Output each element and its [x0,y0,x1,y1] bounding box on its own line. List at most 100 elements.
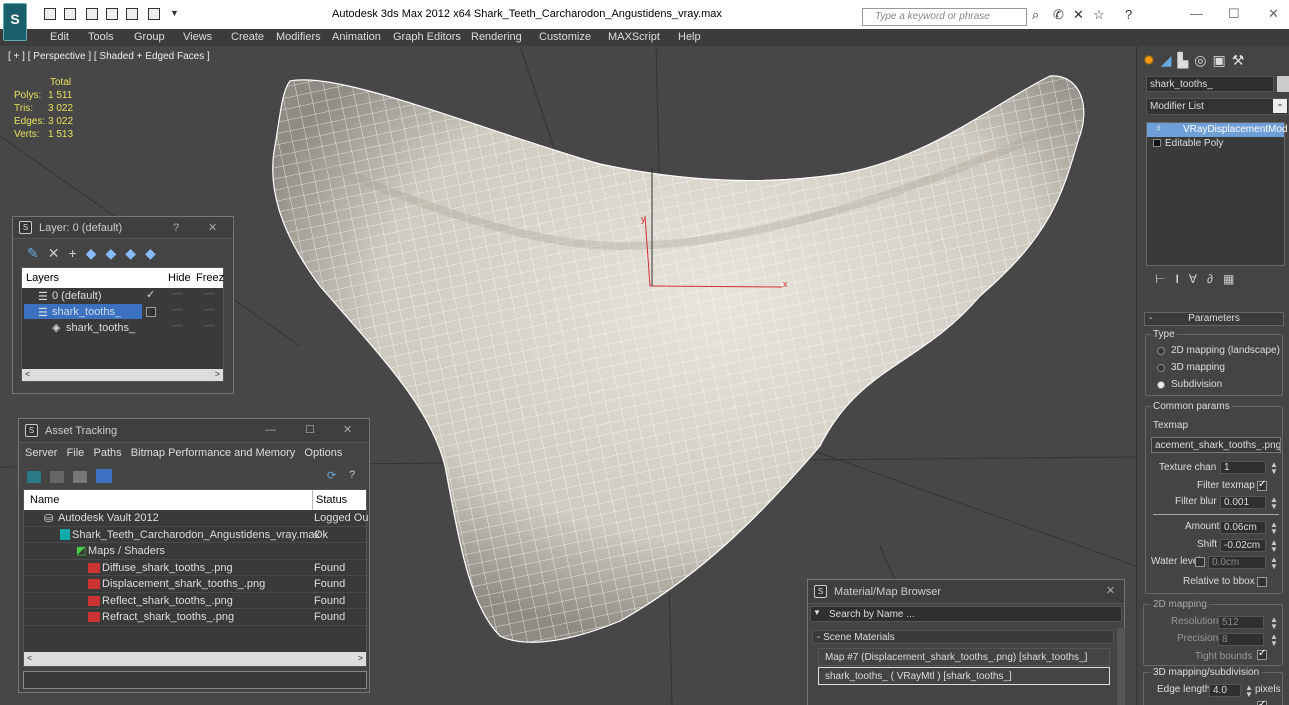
close-icon[interactable]: ✕ [343,423,352,436]
select-objects-icon[interactable]: ◆ [86,245,106,261]
asset-list[interactable]: Name Status ⛁ Autodesk Vault 2012 Logged… [23,489,368,667]
freeze-toggle[interactable]: ---- [204,305,215,314]
help-icon[interactable]: ? [349,469,355,481]
shark-tooth-mesh[interactable] [272,75,1085,643]
edge-length-input[interactable]: 4.0 [1209,684,1241,697]
show-end-result-icon[interactable]: I [1175,272,1188,286]
chevron-down-icon[interactable]: ⌄ [1273,99,1287,113]
hide-all-icon[interactable]: ◆ [125,245,145,261]
resolution-input[interactable]: 512 [1218,616,1264,629]
tight-bounds-checkbox[interactable] [1257,648,1267,660]
filter-blur-spinner[interactable]: ▲ ▼ [1270,496,1278,511]
thumbnail-icon[interactable] [73,471,88,483]
menu-help[interactable]: Help [678,31,701,43]
create-tab-icon[interactable]: ✹ [1143,52,1161,68]
view-dependent-checkbox[interactable] [1257,699,1267,705]
highlight-layer-icon[interactable]: ◆ [105,245,125,261]
layer-row[interactable]: ☰ 0 (default) ✓ ---- ---- [22,288,223,304]
hierarchy-tab-icon[interactable]: ▙ [1178,52,1195,68]
hide-toggle[interactable]: ---- [172,289,183,298]
menu-group[interactable]: Group [134,31,165,43]
asset-path-field[interactable] [23,671,367,689]
close-icon[interactable]: ✕ [1106,584,1115,597]
shift-spinner[interactable]: ▲ ▼ [1270,539,1278,554]
col-hide[interactable]: Hide [168,272,191,284]
menu-rendering[interactable]: Rendering [471,31,522,43]
modifier-list-dropdown[interactable]: Modifier List ⌄ [1146,98,1289,115]
project-folder-icon[interactable] [106,8,118,20]
viewport-label[interactable]: [ + ] [ Perspective ] [ Shaded + Edged F… [8,51,210,62]
menu-modifiers[interactable]: Modifiers [276,31,321,43]
menu-views[interactable]: Views [183,31,212,43]
vertical-scrollbar[interactable] [1117,628,1125,705]
shift-input[interactable]: -0.02cm [1220,539,1266,552]
material-search-input[interactable]: ▼ Search by Name ... [810,606,1122,622]
parameters-rollout-header[interactable]: - Parameters [1144,312,1284,326]
expand-icon[interactable] [1153,139,1161,147]
col-status[interactable]: Status [316,494,347,506]
filter-blur-input[interactable]: 0.001 [1220,496,1266,509]
asset-row[interactable]: Displacement_shark_tooths_.png Found [24,576,366,593]
filter-texmap-checkbox[interactable] [1257,479,1267,491]
collapse-icon[interactable]: - [1149,313,1152,324]
asset-row[interactable]: Diffuse_shark_tooths_.png Found [24,560,366,576]
help-button[interactable]: ? [173,222,179,234]
quick-access-dropdown-icon[interactable]: ▼ [170,8,179,18]
list-view-icon[interactable] [50,471,65,483]
favorites-star-icon[interactable]: ☆ [1093,7,1105,23]
precision-spinner[interactable]: ▲ ▼ [1270,633,1278,648]
layer-row[interactable]: ☰ shark_tooths_ ---- ---- [22,304,223,320]
maximize-icon[interactable]: ☐ [1228,6,1240,22]
remove-modifier-icon[interactable]: ∂ [1207,272,1223,286]
object-name-field[interactable]: shark_tooths_ [1146,76,1274,92]
freeze-toggle[interactable]: ---- [204,289,215,298]
scroll-left-icon[interactable]: < [27,653,32,663]
menu-paths[interactable]: Paths [93,447,121,459]
menu-options[interactable]: Options [304,447,342,459]
make-unique-icon[interactable]: ∀ [1189,272,1207,286]
scroll-right-icon[interactable]: > [358,653,363,663]
layer-list[interactable]: Layers Hide Freeze ☰ 0 (default) ✓ ---- … [21,267,224,382]
close-button[interactable]: ✕ [208,221,217,234]
display-tab-icon[interactable]: ▣ [1213,52,1232,68]
pin-stack-icon[interactable]: ⊢ [1155,272,1175,286]
radio-subdivision[interactable] [1157,381,1165,389]
modify-tab-icon[interactable]: ◢ [1161,52,1178,68]
menu-create[interactable]: Create [231,31,264,43]
configure-modifier-sets-icon[interactable]: ▦ [1223,272,1244,286]
help-icon[interactable]: ? [1125,7,1132,22]
relative-bbox-checkbox[interactable] [1257,577,1267,587]
current-layer-checkbox[interactable] [146,307,156,317]
new-file-icon[interactable] [44,8,56,20]
menu-tools[interactable]: Tools [88,31,114,43]
menu-server[interactable]: Server [25,447,57,459]
radio-2d-mapping[interactable] [1157,347,1165,355]
refresh-icon[interactable]: ⟳ [327,469,336,482]
asset-row[interactable]: Reflect_shark_tooths_.png Found [24,593,366,609]
water-level-spinner[interactable]: ▲ ▼ [1270,556,1278,571]
menu-bitmap-performance[interactable]: Bitmap Performance and Memory [131,447,295,459]
save-file-icon[interactable] [86,8,98,20]
communication-center-icon[interactable]: ✆ [1053,7,1064,23]
freeze-all-icon[interactable]: ◆ [145,245,165,261]
col-name[interactable]: Name [30,494,59,506]
menu-maxscript[interactable]: MAXScript [608,31,660,43]
search-input[interactable]: Type a keyword or phrase [862,8,1027,26]
light-bulb-icon[interactable]: ♀ [1155,123,1163,134]
table-view-icon[interactable] [96,469,113,483]
col-layers[interactable]: Layers [26,272,59,284]
add-to-layer-icon[interactable]: + [68,245,85,261]
create-layer-icon[interactable]: ✎ [27,245,48,261]
water-level-input[interactable]: 0.0cm [1208,556,1266,569]
texmap-button[interactable]: acement_shark_tooths_.png) [1151,437,1281,453]
scene-materials-header[interactable]: - Scene Materials [812,630,1114,644]
binoculars-icon[interactable]: ⌕ [1032,7,1039,23]
modifier-stack[interactable]: ♀ VRayDisplacementMod Editable Poly [1146,122,1288,266]
menu-graph-editors[interactable]: Graph Editors [393,31,461,43]
hide-toggle[interactable]: ---- [172,305,183,314]
material-item[interactable]: Map #7 (Displacement_shark_tooths_.png) … [818,648,1110,666]
open-file-icon[interactable] [64,8,76,20]
object-color-swatch[interactable] [1277,76,1289,92]
delete-layer-icon[interactable]: ✕ [48,245,69,261]
search-options-icon[interactable]: ▼ [813,608,821,617]
